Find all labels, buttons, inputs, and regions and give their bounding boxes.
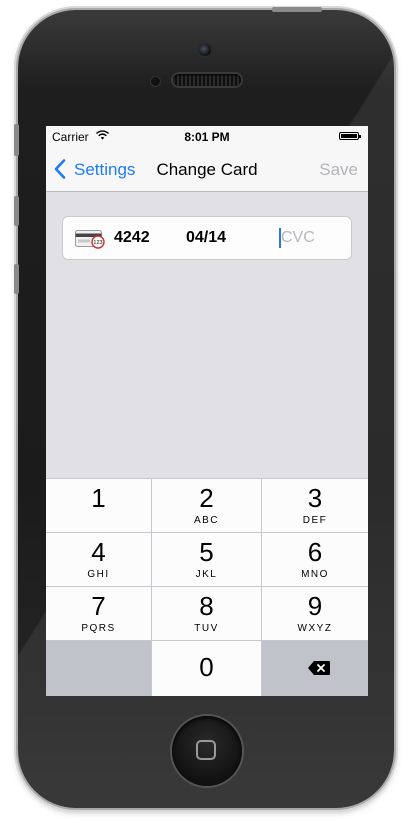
save-button[interactable]: Save: [319, 160, 358, 180]
volume-down-button: [14, 264, 19, 294]
key-letters: JKL: [195, 569, 218, 580]
key-4[interactable]: 4 GHI: [46, 533, 151, 586]
key-digit: 5: [199, 537, 214, 567]
key-digit: 6: [307, 537, 323, 567]
navigation-bar: Settings Change Card Save: [46, 148, 368, 192]
proximity-sensor: [151, 77, 160, 86]
key-letters: TUV: [194, 623, 219, 634]
delete-key[interactable]: [262, 641, 368, 696]
card-expiry[interactable]: 04/14: [186, 229, 226, 247]
key-digit: 3: [307, 483, 323, 513]
key-letters: WXYZ: [297, 623, 333, 634]
volume-up-button: [14, 196, 19, 226]
text-cursor: [279, 228, 281, 248]
mute-switch: [14, 124, 19, 156]
key-7[interactable]: 7 PQRS: [46, 587, 151, 640]
backspace-icon: [308, 661, 330, 675]
front-camera: [199, 44, 211, 56]
clock: 8:01 PM: [184, 130, 230, 144]
key-digit: 0: [199, 652, 214, 682]
card-back-cvc-icon: 123: [75, 230, 105, 249]
key-9[interactable]: 9 WXYZ: [262, 587, 368, 640]
key-letters: MNO: [301, 569, 329, 580]
key-3[interactable]: 3 DEF: [262, 479, 368, 532]
key-letters: DEF: [302, 515, 328, 526]
card-last4[interactable]: 4242: [114, 229, 150, 247]
key-digit: 8: [199, 591, 214, 621]
key-digit: 9: [307, 591, 323, 621]
key-digit: 4: [91, 537, 106, 567]
key-8[interactable]: 8 TUV: [152, 587, 261, 640]
power-button: [272, 7, 322, 12]
key-letters: PQRS: [81, 623, 116, 634]
key-blank: [46, 641, 151, 696]
svg-text:123: 123: [93, 240, 102, 246]
earpiece-speaker: [173, 74, 241, 86]
key-letters: ABC: [193, 515, 220, 526]
home-square-icon: [196, 740, 216, 760]
numeric-keypad: 1 2 ABC 3 DEF 4 GHI 5 JKL 6 MNO 7 PQRS 8: [46, 478, 368, 696]
screen: Carrier 8:01 PM Settings Change Card Sav…: [46, 126, 368, 696]
key-1[interactable]: 1: [46, 479, 151, 532]
status-bar: Carrier 8:01 PM: [46, 126, 368, 148]
key-0[interactable]: 0: [152, 641, 261, 696]
key-digit: 1: [91, 483, 106, 513]
key-letters: GHI: [87, 569, 110, 580]
key-2[interactable]: 2 ABC: [152, 479, 261, 532]
key-6[interactable]: 6 MNO: [262, 533, 368, 586]
key-digit: 2: [199, 483, 214, 513]
battery-icon: [339, 132, 361, 140]
cvc-input[interactable]: [279, 227, 341, 249]
home-button[interactable]: [172, 716, 242, 786]
key-digit: 7: [91, 591, 106, 621]
card-field: 123 4242 04/14: [62, 216, 352, 260]
key-5[interactable]: 5 JKL: [152, 533, 261, 586]
